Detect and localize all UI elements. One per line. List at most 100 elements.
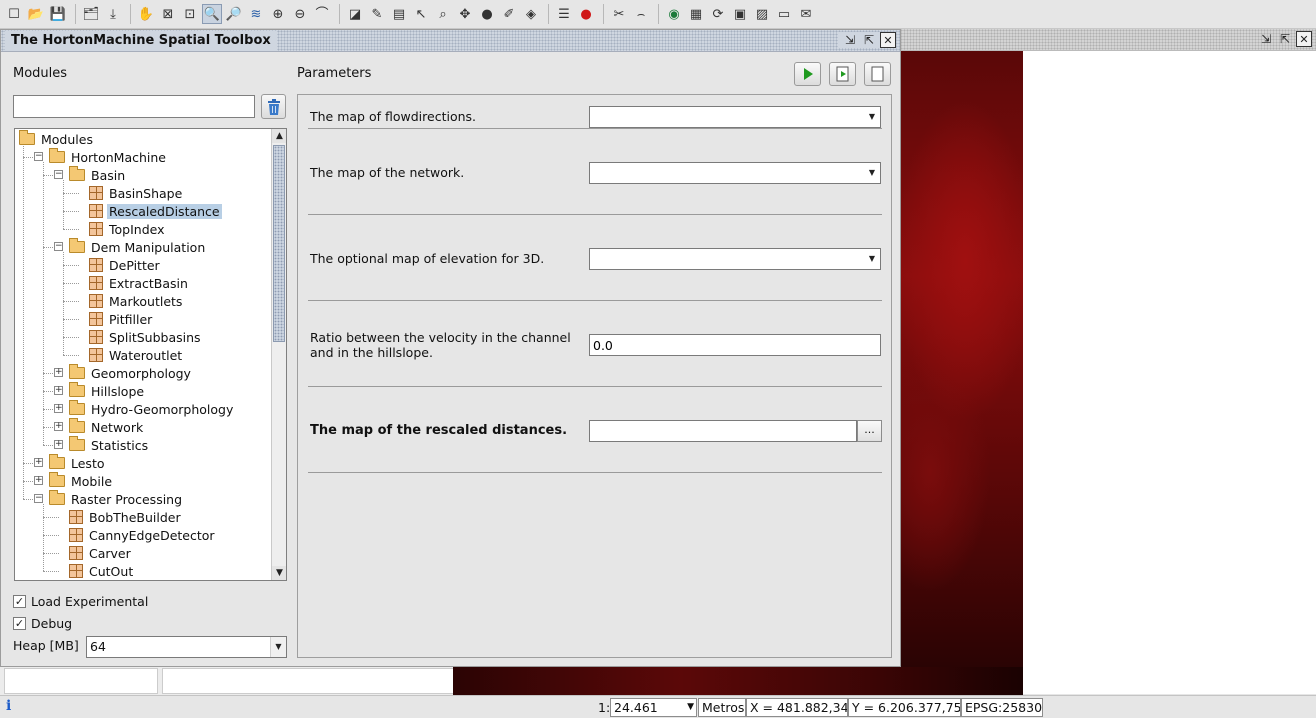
tree-folder[interactable]: + Geomorphology	[54, 364, 193, 382]
map-icon[interactable]: ▦	[686, 4, 706, 24]
tree-module[interactable]: SplitSubbasins	[89, 328, 203, 346]
tree-folder[interactable]: + Lesto	[34, 454, 107, 472]
refresh-icon[interactable]: ⟳	[708, 4, 728, 24]
browse-button[interactable]: ...	[857, 420, 882, 442]
tree-module[interactable]: DePitter	[89, 256, 162, 274]
undock-icon[interactable]: ⇱	[1277, 31, 1293, 47]
landscape-icon[interactable]: ▭	[774, 4, 794, 24]
collapse-icon[interactable]: −	[54, 170, 63, 179]
collapse-icon[interactable]: −	[34, 152, 43, 161]
plugin-icon[interactable]: ✉	[796, 4, 816, 24]
undock-icon[interactable]: ⇱	[861, 32, 877, 48]
module-tree-list[interactable]: Modules − HortonMachine − Basin BasinShape Res…	[15, 129, 271, 580]
zoom-selection-icon[interactable]: ⊡	[180, 4, 200, 24]
zoom-extent-icon[interactable]: ⊠	[158, 4, 178, 24]
tree-module[interactable]: CannyEdgeDetector	[69, 526, 217, 544]
minimize-icon[interactable]: ⇲	[842, 32, 858, 48]
layer-icon[interactable]: ≋	[246, 4, 266, 24]
tree-folder[interactable]: − Dem Manipulation	[54, 238, 207, 256]
tree-module[interactable]: Wateroutlet	[89, 346, 184, 364]
tree-folder[interactable]: Modules	[19, 130, 95, 148]
tree-module[interactable]: RescaledDistance	[89, 202, 222, 220]
network-select[interactable]: ▼	[589, 162, 881, 184]
stop-icon[interactable]: ●	[576, 4, 596, 24]
ball-icon[interactable]: ●	[477, 4, 497, 24]
zoom-next-icon[interactable]: ⌒	[312, 4, 332, 24]
layers-icon[interactable]: 🗂	[81, 4, 101, 24]
generate-script-button[interactable]	[829, 62, 856, 86]
select-icon[interactable]: ◪	[345, 4, 365, 24]
map-blank-area[interactable]	[1023, 51, 1316, 694]
info-icon[interactable]: i	[6, 698, 11, 714]
close-icon[interactable]: ✕	[880, 32, 896, 48]
module-tree[interactable]: Modules − HortonMachine − Basin BasinShape Res…	[14, 128, 287, 581]
close-icon[interactable]: ✕	[1296, 31, 1312, 47]
tree-folder[interactable]: + Statistics	[54, 436, 150, 454]
tree-module[interactable]: ExtractBasin	[89, 274, 190, 292]
new-icon[interactable]: ☐	[4, 4, 24, 24]
tree-module[interactable]: Pitfiller	[89, 310, 154, 328]
velocity-ratio-input[interactable]	[589, 334, 881, 356]
edit-icon[interactable]: ✎	[367, 4, 387, 24]
clear-form-button[interactable]	[864, 62, 891, 86]
tree-module[interactable]: BasinShape	[89, 184, 184, 202]
tree-scrollbar[interactable]: ▲ ▼	[271, 129, 286, 580]
heap-select[interactable]: 64 ▼	[86, 636, 287, 658]
tree-module[interactable]: TopIndex	[89, 220, 167, 238]
elevation-select[interactable]: ▼	[589, 248, 881, 270]
tree-module[interactable]: Carver	[69, 544, 133, 562]
checkbox-box[interactable]: ✓	[13, 616, 26, 630]
expand-icon[interactable]: +	[54, 386, 63, 395]
tree-folder[interactable]: − Raster Processing	[34, 490, 184, 508]
expand-icon[interactable]: +	[34, 476, 43, 485]
tree-module[interactable]: CutOut	[69, 562, 135, 580]
transform-icon[interactable]: ◈	[521, 4, 541, 24]
tree-folder[interactable]: + Hillslope	[54, 382, 146, 400]
checkbox-box[interactable]: ✓	[13, 594, 26, 608]
tree-folder[interactable]: − HortonMachine	[34, 148, 168, 166]
zoom-box-icon[interactable]: 🔍	[202, 4, 222, 24]
tree-folder[interactable]: + Hydro-Geomorphology	[54, 400, 235, 418]
expand-icon[interactable]: +	[54, 422, 63, 431]
image-icon[interactable]: ▨	[752, 4, 772, 24]
rescaled-distances-input[interactable]	[589, 420, 857, 442]
zoom-previous-icon[interactable]: ⊖	[290, 4, 310, 24]
tree-module[interactable]: Markoutlets	[89, 292, 184, 310]
tree-folder[interactable]: + Network	[54, 418, 145, 436]
scale-combo[interactable]: 24.461 ▼	[610, 698, 697, 717]
scroll-down-icon[interactable]: ▼	[272, 566, 286, 580]
zoom-out-icon[interactable]: 🔎	[224, 4, 244, 24]
hat-icon[interactable]: ⌢	[631, 4, 651, 24]
save-icon[interactable]: 💾	[48, 4, 68, 24]
collapse-icon[interactable]: −	[54, 242, 63, 251]
star-icon[interactable]: ✥	[455, 4, 475, 24]
open-icon[interactable]: 📂	[26, 4, 46, 24]
tools-icon[interactable]: ✂	[609, 4, 629, 24]
zoom-in-icon[interactable]: ⊕	[268, 4, 288, 24]
load-experimental-checkbox[interactable]: ✓ Load Experimental	[13, 592, 148, 610]
expand-icon[interactable]: +	[54, 368, 63, 377]
table-icon[interactable]: ☰	[554, 4, 574, 24]
debug-checkbox[interactable]: ✓ Debug	[13, 614, 72, 632]
pointer-icon[interactable]: ↖	[411, 4, 431, 24]
photo-icon[interactable]: ▣	[730, 4, 750, 24]
flowdirections-select[interactable]: ▼	[589, 106, 881, 128]
expand-icon[interactable]: +	[54, 404, 63, 413]
export-icon[interactable]: ⤓	[103, 4, 123, 24]
tree-module[interactable]: BobTheBuilder	[69, 508, 183, 526]
run-button[interactable]	[794, 62, 821, 86]
scrollbar-thumb[interactable]	[273, 145, 285, 342]
scroll-up-icon[interactable]: ▲	[272, 129, 286, 143]
expand-icon[interactable]: +	[54, 440, 63, 449]
measure-icon[interactable]: ▤	[389, 4, 409, 24]
pan-hand-icon[interactable]: ✋	[136, 4, 156, 24]
brush-icon[interactable]: ✐	[499, 4, 519, 24]
toolbox-titlebar[interactable]: The HortonMachine Spatial Toolbox ⇲ ⇱ ✕	[1, 30, 900, 52]
tree-folder[interactable]: − Basin	[54, 166, 127, 184]
map-canvas[interactable]	[900, 51, 1023, 694]
expand-icon[interactable]: +	[34, 458, 43, 467]
tree-folder[interactable]: + Mobile	[34, 472, 114, 490]
module-search-input[interactable]	[13, 95, 255, 118]
minimize-icon[interactable]: ⇲	[1258, 31, 1274, 47]
collapse-icon[interactable]: −	[34, 494, 43, 503]
